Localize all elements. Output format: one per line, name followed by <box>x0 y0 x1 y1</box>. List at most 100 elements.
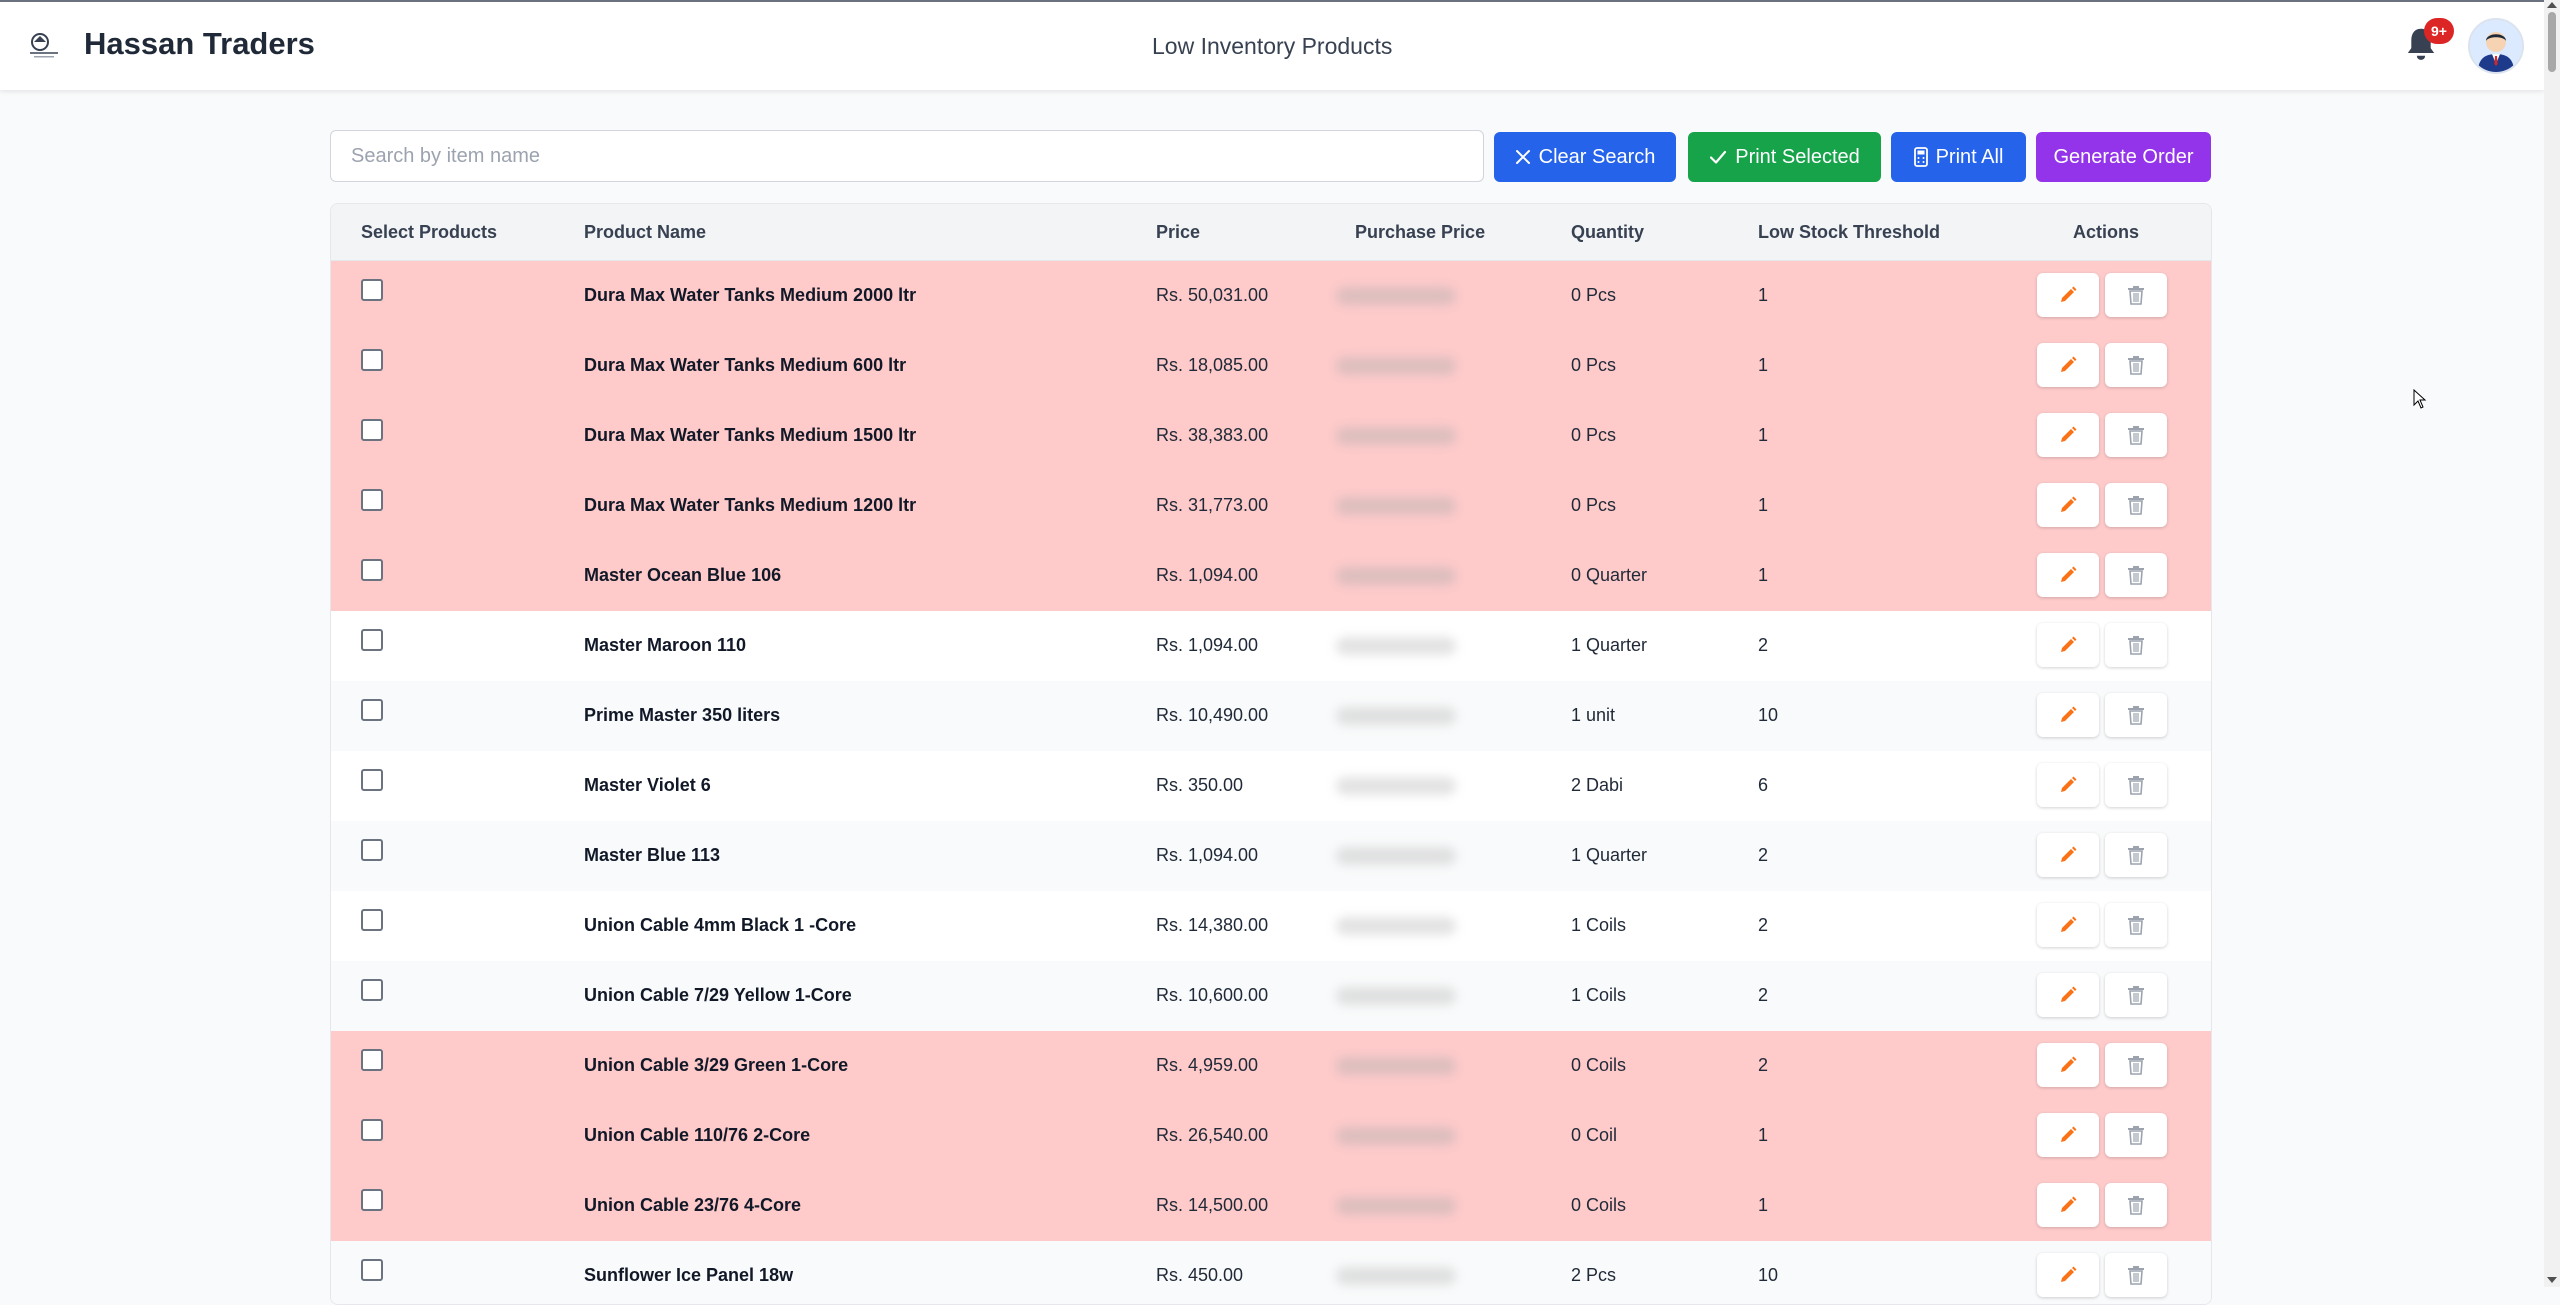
avatar[interactable] <box>2468 18 2524 74</box>
edit-button[interactable] <box>2037 1253 2099 1297</box>
scroll-down-arrow-icon[interactable] <box>2547 1277 2557 1283</box>
purchase-price-redacted <box>1336 497 1456 515</box>
low-stock-threshold: 6 <box>1758 775 1769 795</box>
delete-button[interactable] <box>2105 413 2167 457</box>
edit-button[interactable] <box>2037 623 2099 667</box>
edit-button[interactable] <box>2037 1113 2099 1157</box>
edit-button[interactable] <box>2037 553 2099 597</box>
delete-button[interactable] <box>2105 1043 2167 1087</box>
edit-button[interactable] <box>2037 693 2099 737</box>
delete-button[interactable] <box>2105 1253 2167 1297</box>
low-stock-threshold: 1 <box>1758 495 1769 515</box>
pencil-icon <box>2058 1125 2078 1145</box>
row-select-checkbox[interactable] <box>361 1119 383 1141</box>
edit-button[interactable] <box>2037 483 2099 527</box>
edit-button[interactable] <box>2037 273 2099 317</box>
table-row: Dura Max Water Tanks Medium 1200 ltr Rs. … <box>331 471 2211 541</box>
delete-button[interactable] <box>2105 973 2167 1017</box>
purchase-price-redacted <box>1336 1127 1456 1145</box>
pencil-icon <box>2058 915 2078 935</box>
row-select-checkbox[interactable] <box>361 909 383 931</box>
product-name: Dura Max Water Tanks Medium 1500 ltr <box>584 425 917 445</box>
product-quantity: 1 Quarter <box>1571 635 1648 655</box>
delete-button[interactable] <box>2105 623 2167 667</box>
logo-icon[interactable] <box>26 30 62 60</box>
pencil-icon <box>2058 355 2078 375</box>
row-select-checkbox[interactable] <box>361 349 383 371</box>
column-header-low-stock-threshold[interactable]: Low Stock Threshold <box>1758 222 1940 243</box>
calculator-icon <box>1913 147 1928 167</box>
edit-button[interactable] <box>2037 413 2099 457</box>
column-header-purchase-price[interactable]: Purchase Price <box>1355 222 1485 243</box>
trash-icon <box>2127 1265 2145 1285</box>
scrollbar-thumb[interactable] <box>2548 12 2556 72</box>
product-name: Union Cable 110/76 2-Core <box>584 1125 811 1145</box>
pencil-icon <box>2058 1265 2078 1285</box>
delete-button[interactable] <box>2105 693 2167 737</box>
edit-button[interactable] <box>2037 903 2099 947</box>
trash-icon <box>2127 1055 2145 1075</box>
delete-button[interactable] <box>2105 483 2167 527</box>
row-select-checkbox[interactable] <box>361 419 383 441</box>
edit-button[interactable] <box>2037 343 2099 387</box>
top-navbar: Hassan Traders Low Inventory Products <box>0 2 2544 90</box>
pencil-icon <box>2058 425 2078 445</box>
product-quantity: 1 unit <box>1571 705 1616 725</box>
product-price: Rs. 50,031.00 <box>1156 285 1269 305</box>
table-row: Master Violet 6 Rs. 350.00 2 Dabi 6 <box>331 751 2211 821</box>
product-quantity: 0 Pcs <box>1571 495 1617 515</box>
trash-icon <box>2127 425 2145 445</box>
low-stock-threshold: 2 <box>1758 1055 1769 1075</box>
row-select-checkbox[interactable] <box>361 559 383 581</box>
trash-icon <box>2127 775 2145 795</box>
row-select-checkbox[interactable] <box>361 769 383 791</box>
product-price: Rs. 1,094.00 <box>1156 565 1259 585</box>
row-select-checkbox[interactable] <box>361 699 383 721</box>
trash-icon <box>2127 915 2145 935</box>
product-name: Dura Max Water Tanks Medium 2000 ltr <box>584 285 917 305</box>
scroll-up-arrow-icon[interactable] <box>2547 2 2557 8</box>
edit-button[interactable] <box>2037 833 2099 877</box>
product-price: Rs. 10,490.00 <box>1156 705 1269 725</box>
product-quantity: 0 Pcs <box>1571 285 1617 305</box>
delete-button[interactable] <box>2105 343 2167 387</box>
print-all-button[interactable]: Print All <box>1891 132 2026 182</box>
pencil-icon <box>2058 985 2078 1005</box>
row-select-checkbox[interactable] <box>361 839 383 861</box>
search-input[interactable] <box>330 130 1484 182</box>
purchase-price-redacted <box>1336 427 1456 445</box>
edit-button[interactable] <box>2037 1183 2099 1227</box>
edit-button[interactable] <box>2037 763 2099 807</box>
row-select-checkbox[interactable] <box>361 1049 383 1071</box>
brand-name[interactable]: Hassan Traders <box>84 26 315 62</box>
edit-button[interactable] <box>2037 1043 2099 1087</box>
delete-button[interactable] <box>2105 903 2167 947</box>
row-select-checkbox[interactable] <box>361 629 383 651</box>
delete-button[interactable] <box>2105 833 2167 877</box>
generate-order-button[interactable]: Generate Order <box>2036 132 2211 182</box>
notification-badge[interactable]: 9+ <box>2424 18 2454 44</box>
table-header: Select Products Product Name Price Purch… <box>331 204 2211 261</box>
delete-button[interactable] <box>2105 763 2167 807</box>
delete-button[interactable] <box>2105 1113 2167 1157</box>
page-scrollbar[interactable] <box>2544 0 2560 1287</box>
clear-search-button[interactable]: Clear Search <box>1494 132 1676 182</box>
delete-button[interactable] <box>2105 553 2167 597</box>
column-header-quantity[interactable]: Quantity <box>1571 222 1644 243</box>
low-stock-threshold: 1 <box>1758 425 1769 445</box>
table-row: Sunflower Ice Panel 18w Rs. 450.00 2 Pcs 10 <box>331 1241 2211 1304</box>
column-header-product-name[interactable]: Product Name <box>584 222 706 243</box>
row-select-checkbox[interactable] <box>361 979 383 1001</box>
row-select-checkbox[interactable] <box>361 1189 383 1211</box>
row-select-checkbox[interactable] <box>361 489 383 511</box>
table-row: Master Ocean Blue 106 Rs. 1,094.00 0 Quart… <box>331 541 2211 611</box>
trash-icon <box>2127 1195 2145 1215</box>
print-selected-button[interactable]: Print Selected <box>1688 132 1881 182</box>
purchase-price-redacted <box>1336 287 1456 305</box>
row-select-checkbox[interactable] <box>361 279 383 301</box>
row-select-checkbox[interactable] <box>361 1259 383 1281</box>
column-header-price[interactable]: Price <box>1156 222 1200 243</box>
edit-button[interactable] <box>2037 973 2099 1017</box>
delete-button[interactable] <box>2105 1183 2167 1227</box>
delete-button[interactable] <box>2105 273 2167 317</box>
